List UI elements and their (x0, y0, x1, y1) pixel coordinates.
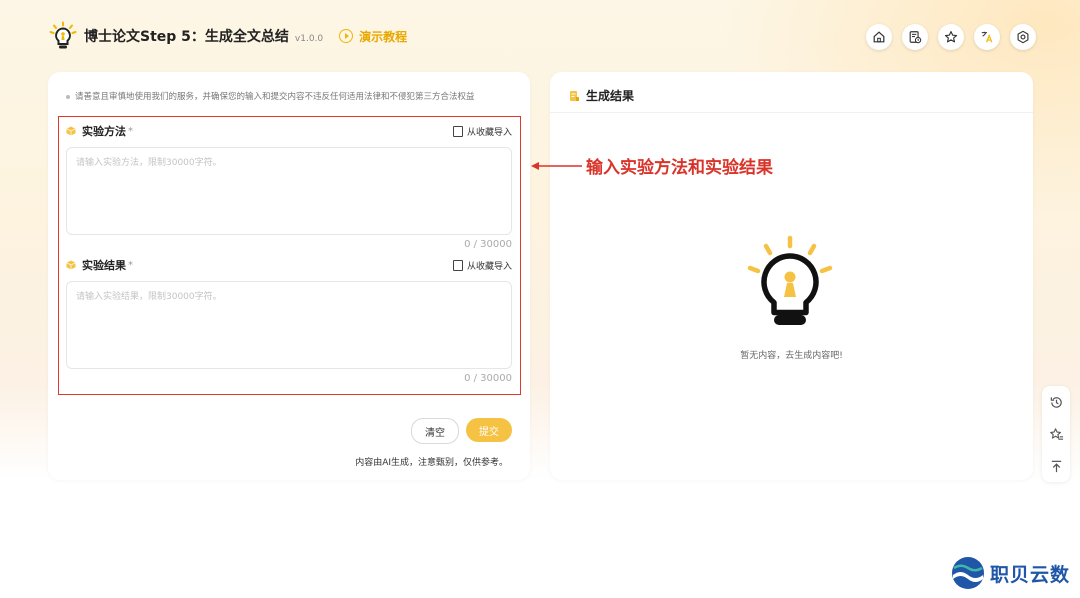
ai-disclaimer: 内容由AI生成，注意甄别，仅供参考。 (355, 458, 508, 468)
result-textarea[interactable]: 请输入实验结果，限制30000字符。 (66, 281, 512, 369)
cube-icon (66, 260, 76, 270)
import-file-icon (452, 260, 463, 271)
star-icon (944, 31, 958, 43)
submit-button[interactable]: 提交 (466, 418, 512, 442)
watermark-logo-icon (952, 557, 984, 589)
import-from-favorites-method[interactable]: 从收藏导入 (452, 125, 512, 138)
import-from-favorites-result[interactable]: 从收藏导入 (452, 259, 512, 272)
settings-button[interactable] (1010, 24, 1036, 50)
result-panel: 生成结果 暂无内容，去生成内容吧! (550, 72, 1033, 480)
translate-icon (981, 31, 993, 43)
result-header: 生成结果 (568, 87, 634, 104)
settings-icon (1017, 30, 1029, 44)
result-placeholder: 请输入实验结果，限制30000字符。 (76, 292, 222, 302)
demo-tutorial-link[interactable]: 演示教程 (339, 28, 407, 45)
cube-icon (66, 126, 76, 136)
history-doc-icon (909, 31, 922, 44)
home-button[interactable] (866, 24, 892, 50)
bullet-dot-icon (66, 94, 70, 99)
empty-state-text: 暂无内容，去生成内容吧! (740, 351, 843, 361)
field-label-method: 实验方法 (82, 125, 126, 138)
favorites-button[interactable] (938, 24, 964, 50)
import-label: 从收藏导入 (466, 262, 512, 272)
play-circle-icon (339, 29, 354, 43)
back-to-top-icon[interactable] (1049, 459, 1064, 474)
method-placeholder: 请输入实验方法，限制30000字符。 (76, 158, 222, 168)
home-icon (873, 31, 885, 43)
field-header-method: 实验方法 * (66, 123, 133, 139)
watermark-text: 职贝云数 (990, 563, 1071, 586)
result-divider (550, 112, 1033, 113)
app-header: 博士论文Step 5：生成全文总结 v1.0.0 演示教程 (48, 20, 407, 52)
top-toolbar (866, 24, 1036, 50)
usage-notice: 请善意且审慎地使用我们的服务，并确保您的输入和提交内容不违反任何适用法律和不侵犯… (66, 90, 475, 102)
method-char-counter: 0 / 30000 (464, 239, 512, 250)
method-textarea[interactable]: 请输入实验方法，限制30000字符。 (66, 147, 512, 235)
result-char-counter: 0 / 30000 (464, 373, 512, 384)
required-mark: * (128, 259, 133, 271)
usage-notice-text: 请善意且审慎地使用我们的服务，并确保您的输入和提交内容不违反任何适用法律和不侵犯… (75, 92, 475, 102)
lightbulb-logo-icon (49, 21, 77, 49)
result-title: 生成结果 (586, 89, 635, 103)
field-header-result: 实验结果 * (66, 257, 133, 273)
import-file-icon (452, 126, 463, 137)
input-panel: 请善意且审慎地使用我们的服务，并确保您的输入和提交内容不违反任何适用法律和不侵犯… (48, 72, 530, 480)
translate-button[interactable] (974, 24, 1000, 50)
annotation-text: 输入实验方法和实验结果 (586, 158, 773, 178)
clear-button[interactable]: 清空 (411, 418, 459, 444)
favorite-list-icon[interactable] (1049, 427, 1064, 442)
scroll-doc-icon (570, 90, 579, 101)
field-label-result: 实验结果 (82, 259, 126, 272)
annotation-arrow-icon (531, 162, 582, 170)
required-mark: * (128, 125, 133, 137)
import-label: 从收藏导入 (466, 128, 512, 138)
empty-lightbulb-icon (747, 235, 833, 325)
demo-tutorial-label: 演示教程 (359, 29, 408, 44)
history-icon[interactable] (1049, 395, 1064, 410)
page-title: 博士论文Step 5：生成全文总结 (84, 29, 289, 45)
history-doc-button[interactable] (902, 24, 928, 50)
watermark: 职贝云数 (950, 555, 1070, 591)
version-label: v1.0.0 (294, 33, 324, 44)
side-float-bar (1042, 386, 1070, 482)
